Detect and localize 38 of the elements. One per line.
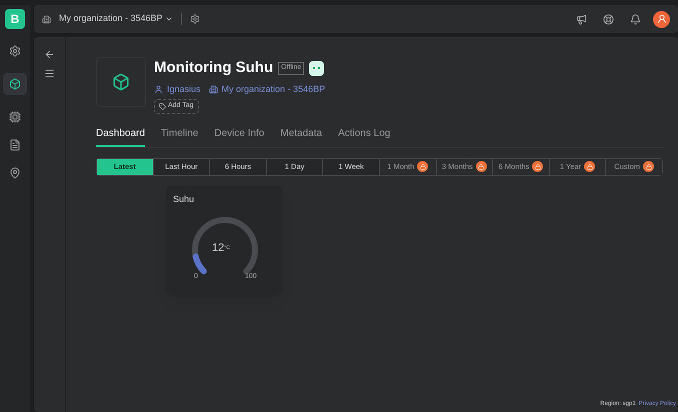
organization-dropdown[interactable]: My organization - 3546BP bbox=[59, 12, 173, 26]
settings-icon[interactable] bbox=[190, 14, 200, 24]
nav-item[interactable] bbox=[3, 73, 27, 95]
building-icon bbox=[42, 14, 51, 24]
avatar[interactable] bbox=[653, 10, 670, 28]
cube-icon bbox=[112, 73, 130, 91]
gauge-track bbox=[192, 217, 258, 274]
megaphone-icon[interactable] bbox=[576, 14, 587, 24]
help-icon[interactable] bbox=[603, 14, 614, 24]
chip-icon[interactable] bbox=[9, 111, 21, 123]
owner-link[interactable]: Ignasius bbox=[167, 82, 201, 96]
widget-title: Suhu bbox=[173, 192, 196, 206]
document-icon[interactable] bbox=[9, 139, 21, 151]
tag-icon bbox=[159, 102, 166, 110]
tab[interactable]: Dashboard bbox=[96, 126, 145, 146]
organization-link[interactable]: My organization - 3546BP bbox=[222, 82, 326, 96]
chevron-down-icon bbox=[164, 15, 173, 23]
more-button[interactable] bbox=[309, 60, 324, 76]
lock-icon bbox=[586, 164, 593, 170]
tab[interactable]: Timeline bbox=[160, 126, 198, 146]
lock-icon bbox=[420, 164, 426, 170]
device-title: Monitoring Suhu bbox=[154, 58, 274, 78]
gear-icon[interactable] bbox=[9, 45, 21, 57]
tab[interactable]: Actions Log bbox=[338, 126, 390, 146]
tab[interactable]: Metadata bbox=[280, 126, 322, 146]
menu-icon[interactable] bbox=[44, 68, 55, 79]
lock-icon bbox=[646, 164, 652, 170]
bell-icon[interactable] bbox=[630, 14, 641, 24]
cube-icon bbox=[9, 78, 21, 90]
lock-icon bbox=[478, 164, 484, 170]
user-icon bbox=[154, 84, 163, 94]
lock-icon bbox=[534, 164, 541, 170]
person-icon bbox=[656, 14, 666, 24]
building-icon bbox=[208, 84, 218, 94]
back-arrow-icon[interactable] bbox=[44, 49, 55, 60]
gauge-value: 12$^{°C}$ bbox=[212, 241, 230, 256]
map-pin-icon[interactable] bbox=[9, 167, 21, 179]
tab[interactable]: Device Info bbox=[214, 126, 264, 146]
